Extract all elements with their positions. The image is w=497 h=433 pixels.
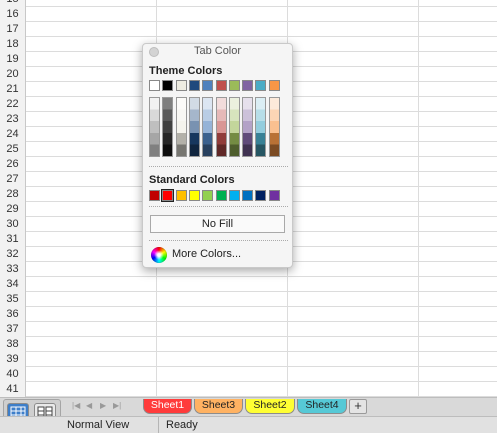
grid-row[interactable]: 36 — [0, 307, 497, 322]
no-fill-button[interactable]: No Fill — [150, 215, 285, 233]
theme-color-swatch[interactable] — [149, 80, 160, 91]
theme-color-swatch[interactable] — [215, 80, 227, 91]
next-sheet-icon[interactable]: ▶ — [100, 401, 106, 410]
theme-shade-column[interactable] — [149, 97, 160, 157]
previous-sheet-icon[interactable]: ◀ — [86, 401, 92, 410]
theme-color-swatch[interactable] — [242, 80, 254, 91]
add-sheet-button[interactable]: + — [349, 399, 367, 414]
view-mode-label: Normal View — [67, 419, 130, 431]
theme-color-swatch[interactable] — [202, 80, 214, 91]
separator — [149, 240, 288, 241]
theme-color-swatch[interactable] — [188, 80, 200, 91]
row-header[interactable]: 30 — [0, 217, 26, 232]
row-header[interactable]: 23 — [0, 112, 26, 127]
color-wheel-icon — [151, 247, 167, 263]
row-header[interactable]: 24 — [0, 127, 26, 142]
row-header[interactable]: 19 — [0, 52, 26, 67]
standard-color-swatch[interactable] — [188, 190, 200, 201]
theme-shade-column[interactable] — [215, 97, 227, 157]
grid-row[interactable]: 17 — [0, 22, 497, 37]
separator — [149, 166, 288, 167]
standard-color-swatch[interactable] — [242, 190, 254, 201]
row-header[interactable]: 36 — [0, 307, 26, 322]
standard-color-swatch[interactable] — [228, 190, 240, 201]
grid-row[interactable]: 34 — [0, 277, 497, 292]
theme-shade-column[interactable] — [162, 97, 174, 157]
sheet-tab-sheet1[interactable]: Sheet1 — [143, 399, 192, 414]
row-header[interactable]: 39 — [0, 352, 26, 367]
status-text: Ready — [166, 419, 198, 431]
row-header[interactable]: 26 — [0, 157, 26, 172]
row-header[interactable]: 35 — [0, 292, 26, 307]
row-header[interactable]: 37 — [0, 322, 26, 337]
row-header[interactable]: 20 — [0, 67, 26, 82]
sheet-tab-sheet3[interactable]: Sheet3 — [194, 399, 243, 414]
standard-color-swatch[interactable] — [161, 189, 175, 202]
theme-colors-heading: Theme Colors — [149, 65, 223, 77]
theme-shade-column[interactable] — [268, 97, 280, 157]
sheet-tab-sheet4[interactable]: Sheet4 — [297, 399, 347, 414]
row-header[interactable]: 41 — [0, 382, 26, 397]
standard-color-swatch[interactable] — [255, 190, 267, 201]
standard-colors-heading: Standard Colors — [149, 174, 235, 186]
more-colors-label: More Colors... — [172, 248, 242, 260]
row-header[interactable]: 16 — [0, 7, 26, 22]
row-header[interactable]: 33 — [0, 262, 26, 277]
grid-row[interactable]: 16 — [0, 7, 497, 22]
row-header[interactable]: 21 — [0, 82, 26, 97]
row-header[interactable]: 27 — [0, 172, 26, 187]
theme-color-swatch[interactable] — [255, 80, 267, 91]
standard-color-swatch[interactable] — [215, 190, 227, 201]
row-header[interactable]: 28 — [0, 187, 26, 202]
separator — [149, 206, 288, 207]
row-header[interactable]: 32 — [0, 247, 26, 262]
grid-row[interactable]: 41 — [0, 382, 497, 397]
grid-row[interactable]: 38 — [0, 337, 497, 352]
row-header[interactable]: 17 — [0, 22, 26, 37]
theme-color-swatch[interactable] — [162, 80, 174, 91]
column-gridline — [418, 0, 419, 397]
theme-shade-column[interactable] — [255, 97, 267, 157]
sheet-tab-sheet2[interactable]: Sheet2 — [245, 399, 295, 414]
grid-row[interactable]: 37 — [0, 322, 497, 337]
theme-color-swatch[interactable] — [228, 80, 240, 91]
theme-shade-column[interactable] — [188, 97, 200, 157]
row-header[interactable]: 15 — [0, 0, 26, 7]
theme-color-swatch[interactable] — [175, 80, 187, 91]
row-header[interactable]: 38 — [0, 337, 26, 352]
status-bar: Normal View Ready — [0, 416, 497, 433]
row-header[interactable]: 40 — [0, 367, 26, 382]
grid-row[interactable]: 35 — [0, 292, 497, 307]
standard-color-swatch[interactable] — [149, 190, 160, 201]
standard-color-swatch[interactable] — [202, 190, 214, 201]
theme-shade-column[interactable] — [175, 97, 187, 157]
row-header[interactable]: 29 — [0, 202, 26, 217]
sheet-tab-bar: |◀ ◀ ▶ ▶| Sheet1 Sheet3 Sheet2 Sheet4 + — [0, 397, 497, 427]
grid-row[interactable]: 40 — [0, 367, 497, 382]
popup-title: Tab Color — [193, 45, 242, 57]
row-header[interactable]: 34 — [0, 277, 26, 292]
theme-color-swatch[interactable] — [268, 80, 280, 91]
row-header[interactable]: 25 — [0, 142, 26, 157]
theme-shade-column[interactable] — [202, 97, 214, 157]
grid-row[interactable]: 15 — [0, 0, 497, 7]
row-header[interactable]: 22 — [0, 97, 26, 112]
theme-shade-column[interactable] — [228, 97, 240, 157]
row-header[interactable]: 31 — [0, 232, 26, 247]
row-header[interactable]: 18 — [0, 37, 26, 52]
tab-color-popup: Tab Color Theme Colors Standard Colors N… — [142, 43, 293, 268]
theme-shade-column[interactable] — [242, 97, 254, 157]
first-sheet-icon[interactable]: |◀ — [72, 401, 80, 410]
standard-color-swatch[interactable] — [175, 190, 187, 201]
more-colors-button[interactable]: More Colors... — [149, 246, 287, 264]
status-divider — [158, 417, 159, 433]
grid-row[interactable]: 39 — [0, 352, 497, 367]
last-sheet-icon[interactable]: ▶| — [113, 401, 121, 410]
standard-color-swatch[interactable] — [268, 190, 280, 201]
